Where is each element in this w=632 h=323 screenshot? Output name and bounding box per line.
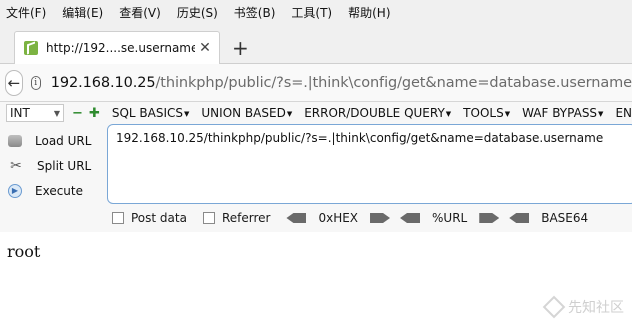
menu-label: UNION BASED (201, 106, 286, 120)
referrer-label: Referrer (221, 211, 271, 225)
hex-decode-arrow-icon[interactable] (286, 213, 307, 223)
back-button[interactable]: ← (5, 69, 23, 96)
menu-encoding[interactable]: EN (615, 106, 632, 120)
hex-label: 0xHEX (318, 211, 359, 225)
base64-decode-arrow-icon[interactable] (509, 213, 530, 223)
caret-down-icon: ▼ (286, 109, 293, 118)
menu-tools-hackbar[interactable]: TOOLS▼ (463, 106, 510, 120)
type-select-value: INT (10, 106, 30, 120)
chevron-down-icon: ▼ (53, 108, 61, 118)
page-output-text: root (7, 242, 41, 261)
load-url-icon (8, 134, 22, 147)
split-url-label: Split URL (37, 158, 92, 173)
hackbar-options: Post data Referrer 0xHEX %URL BASE64 (112, 208, 598, 228)
menu-error-double-query[interactable]: ERROR/DOUBLE QUERY▼ (304, 106, 451, 120)
base64-label: BASE64 (541, 211, 589, 225)
load-url-button[interactable]: Load URL (8, 128, 103, 153)
menu-label: TOOLS (463, 106, 504, 120)
watermark-text: 先知社区 (568, 300, 624, 316)
hackbar-url-input[interactable]: 192.168.10.25/thinkphp/public/?s=.|think… (107, 124, 632, 204)
site-watermark: 先知社区 (542, 295, 624, 319)
menu-edit[interactable]: 编辑(E) (62, 4, 103, 21)
increment-button[interactable]: ✚ (89, 106, 100, 121)
caret-down-icon: ▼ (184, 109, 190, 118)
caret-down-icon: ▼ (445, 109, 452, 118)
url-encoder: %URL (400, 211, 500, 225)
hackbar-toolbar: INT ▼ − ✚ SQL BASICS▼ UNION BASED▼ ERROR… (0, 102, 632, 124)
menu-union-based[interactable]: UNION BASED▼ (201, 106, 292, 120)
base64-encoder: BASE64 (509, 211, 588, 225)
menu-tools[interactable]: 工具(T) (291, 4, 332, 21)
url-decode-arrow-icon[interactable] (400, 213, 421, 223)
load-url-label: Load URL (35, 133, 92, 148)
menu-bookmarks[interactable]: 书签(B) (234, 4, 276, 21)
menu-history[interactable]: 历史(S) (177, 4, 218, 21)
hex-encode-arrow-icon[interactable] (370, 213, 391, 223)
url-bar[interactable]: 192.168.10.25/thinkphp/public/?s=.|think… (51, 75, 632, 91)
url-path: /thinkphp/public/?s=.|think\config/get&n… (155, 74, 632, 91)
referrer-checkbox[interactable] (202, 212, 215, 224)
caret-down-icon: ▼ (598, 109, 604, 118)
menu-bar: 文件(F) 编辑(E) 查看(V) 历史(S) 书签(B) 工具(T) 帮助(H… (0, 0, 632, 24)
split-url-button[interactable]: ✂ Split URL (8, 153, 103, 178)
tab-strip: http://192....se.username ✕ + (0, 24, 632, 64)
site-info-icon[interactable]: i (30, 75, 41, 90)
hackbar-panel: INT ▼ − ✚ SQL BASICS▼ UNION BASED▼ ERROR… (0, 102, 632, 232)
menu-label: ERROR/DOUBLE QUERY (304, 106, 445, 120)
execute-label: Execute (35, 183, 83, 198)
url-host: 192.168.10.25 (50, 74, 156, 91)
new-tab-button[interactable]: + (232, 38, 249, 58)
browser-tab[interactable]: http://192....se.username ✕ (14, 31, 220, 64)
menu-view[interactable]: 查看(V) (119, 4, 161, 21)
navigation-bar: ← i 192.168.10.25/thinkphp/public/?s=.|t… (0, 64, 632, 102)
back-arrow-icon: ← (7, 73, 21, 92)
menu-help[interactable]: 帮助(H) (348, 4, 390, 21)
url-encode-arrow-icon[interactable] (479, 213, 500, 223)
play-icon: ▶ (8, 183, 22, 198)
menu-label: SQL BASICS (111, 106, 183, 120)
menu-label: EN (615, 106, 632, 120)
post-data-label: Post data (131, 211, 187, 225)
hackbar-actions: Load URL ✂ Split URL ▶ Execute (8, 128, 103, 203)
tab-title: http://192....se.username (46, 41, 195, 55)
decrement-button[interactable]: − (72, 106, 83, 121)
post-data-checkbox[interactable] (112, 212, 124, 224)
referrer-toggle[interactable]: Referrer (202, 211, 271, 225)
menu-file[interactable]: 文件(F) (6, 4, 46, 21)
menu-label: WAF BYPASS (522, 106, 598, 120)
watermark-logo-icon (542, 295, 566, 319)
post-data-toggle[interactable]: Post data (112, 211, 187, 225)
hex-encoder: 0xHEX (286, 211, 391, 225)
menu-waf-bypass[interactable]: WAF BYPASS▼ (522, 106, 603, 120)
url-encode-label: %URL (432, 211, 468, 225)
scissors-icon: ✂ (10, 157, 22, 174)
caret-down-icon: ▼ (504, 109, 511, 118)
execute-button[interactable]: ▶ Execute (8, 178, 103, 203)
type-select[interactable]: INT ▼ (6, 104, 65, 122)
close-tab-icon[interactable]: ✕ (195, 40, 215, 56)
site-favicon-icon (24, 41, 38, 55)
menu-sql-basics[interactable]: SQL BASICS▼ (112, 106, 190, 120)
